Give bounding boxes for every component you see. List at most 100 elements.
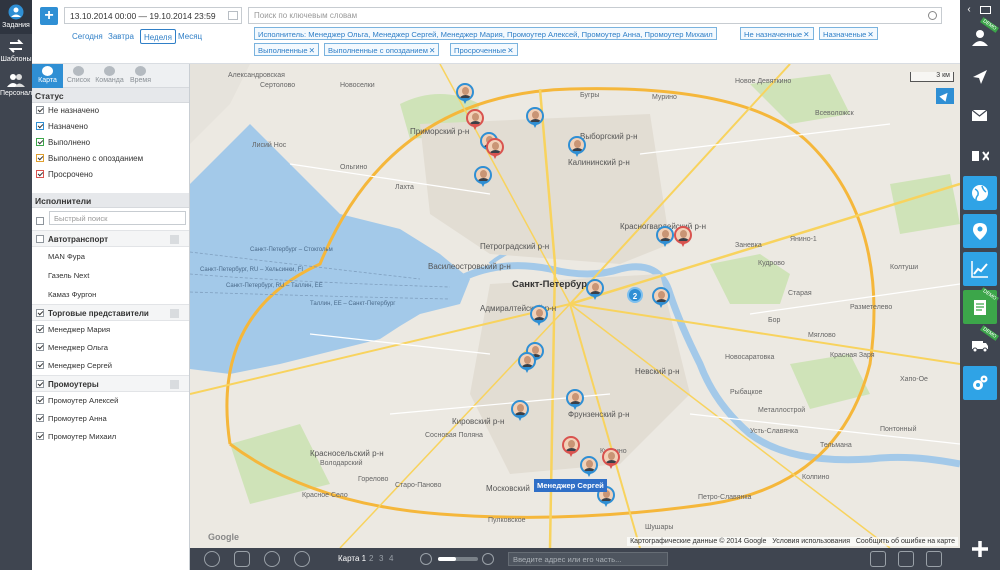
checkbox[interactable] [36,396,44,404]
executor-pin[interactable] [530,305,548,327]
tab-list[interactable]: Список [63,64,94,88]
status-row-overdue[interactable]: Просрочено [32,167,189,183]
checkbox[interactable] [36,170,44,178]
executor-pin[interactable] [602,448,620,470]
analytics-button[interactable] [963,252,997,286]
tab-time[interactable]: Время [125,64,156,88]
list-item[interactable]: Менеджер Мария [32,321,189,339]
map-tab-1[interactable]: Карта 1 [338,554,366,563]
reports-button[interactable]: DEMO [963,287,1000,324]
layers-icon[interactable] [898,551,914,567]
filter-chip-unassigned[interactable]: Не назначенные✕ [740,27,814,40]
list-item[interactable]: Камаз Фургон [32,285,189,304]
list-item[interactable]: MAN Фура [32,247,189,266]
chat-icon[interactable] [980,6,991,14]
status-row-assigned[interactable]: Назначено [32,119,189,135]
list-item[interactable]: Газель Next [32,266,189,285]
filter-chip-executors[interactable]: Исполнитель: Менеджер Ольга, Менеджер Се… [254,27,717,40]
attribution-report-link[interactable]: Сообщить об ошибке на карте [856,538,955,545]
map-view-button[interactable] [963,176,997,210]
collapse-icon[interactable] [170,235,179,244]
route-icon[interactable] [234,551,250,567]
date-range-field[interactable]: 13.10.2014 00:00 — 19.10.2014 23:59 [64,7,242,24]
executor-pin[interactable] [466,109,484,131]
list-item[interactable]: Промоутер Анна [32,410,189,428]
list-item[interactable]: Менеджер Ольга [32,339,189,357]
executor-pin[interactable] [580,456,598,478]
send-location-button[interactable] [963,60,997,94]
history-icon[interactable] [294,551,310,567]
executor-pin[interactable] [456,83,474,105]
settings-button[interactable] [963,366,997,400]
close-icon[interactable]: ✕ [309,46,315,55]
executor-pin[interactable] [674,226,692,248]
add-task-button[interactable]: + [40,7,58,25]
executor-pin[interactable] [474,166,492,188]
share-icon[interactable] [264,551,280,567]
tab-team[interactable]: Команда [94,64,125,88]
group-sales-reps[interactable]: Торговые представители [32,304,189,321]
close-icon[interactable]: ✕ [803,30,809,39]
checkbox[interactable] [36,154,44,162]
tab-map[interactable]: Карта [32,64,63,88]
appnav-templates[interactable]: Шаблоны [0,34,32,68]
checkbox[interactable] [36,235,44,243]
checkbox[interactable] [36,325,44,333]
add-button[interactable] [963,532,997,566]
filter-chip-done-late[interactable]: Выполненные с опозданием✕ [324,43,440,56]
status-row-done[interactable]: Выполнено [32,135,189,151]
search-icon[interactable] [928,11,937,20]
group-vehicles[interactable]: Автотранспорт [32,230,189,247]
executor-pin[interactable] [586,279,604,301]
list-item[interactable]: Промоутер Михаил [32,428,189,446]
period-week-button[interactable]: Неделя [140,29,176,44]
executor-pin[interactable] [526,107,544,129]
executor-pin[interactable] [652,287,670,309]
map-tab-3[interactable]: 3 [379,554,383,563]
status-row-unassigned[interactable]: Не назначено [32,103,189,119]
locate-me-button[interactable] [936,88,954,104]
executor-pin[interactable] [511,400,529,422]
filter-chip-done[interactable]: Выполненные✕ [254,43,319,56]
close-icon[interactable]: ✕ [429,46,435,55]
appnav-tasks[interactable]: Задания [0,0,32,34]
address-search-input[interactable]: Введите адрес или его часть... [508,552,668,566]
zoom-in-icon[interactable] [482,553,494,565]
list-item[interactable]: Менеджер Сергей [32,357,189,375]
vehicles-button[interactable]: DEMO [963,325,1000,362]
collapse-left-icon[interactable]: ‹ [963,4,975,16]
pin-cluster[interactable]: 2 [627,287,643,303]
executor-pin[interactable] [566,389,584,411]
send-message-button[interactable] [963,98,997,132]
checkbox[interactable] [36,122,44,130]
group-promoters[interactable]: Промоутеры [32,375,189,392]
map-tab-2[interactable]: 2 [369,554,373,563]
select-all-checkbox[interactable] [36,217,44,225]
map-tab-4[interactable]: 4 [389,554,393,563]
zoom-out-icon[interactable] [420,553,432,565]
period-today-button[interactable]: Сегодня [69,29,106,44]
period-month-button[interactable]: Месяц [175,29,205,44]
zoom-slider[interactable] [438,557,478,561]
executor-pin[interactable] [568,136,586,158]
expand-icon[interactable] [926,551,942,567]
status-row-done-late[interactable]: Выполнено с опозданием [32,151,189,167]
filter-chip-overdue[interactable]: Просроченные✕ [450,43,518,56]
list-item[interactable]: Промоутер Алексей [32,392,189,410]
filter-chip-assigned[interactable]: Назначеные✕ [819,27,878,40]
geofence-button[interactable] [963,214,997,248]
quick-search-input[interactable]: Быстрый поиск [49,211,186,225]
collapse-icon[interactable] [170,380,179,389]
checkbox[interactable] [36,380,44,388]
executor-pin[interactable] [562,436,580,458]
measure-icon[interactable] [204,551,220,567]
close-icon[interactable]: ✕ [507,46,513,55]
panel-toggle-button[interactable] [963,142,997,172]
attribution-terms-link[interactable]: Условия использования [772,538,850,545]
checkbox[interactable] [36,432,44,440]
checkbox[interactable] [36,361,44,369]
calendar-icon[interactable] [228,11,238,20]
period-tomorrow-button[interactable]: Завтра [105,29,137,44]
map-canvas[interactable]: Приморский р-н Выборгский р-н Калинински… [190,64,960,548]
checkbox[interactable] [36,343,44,351]
